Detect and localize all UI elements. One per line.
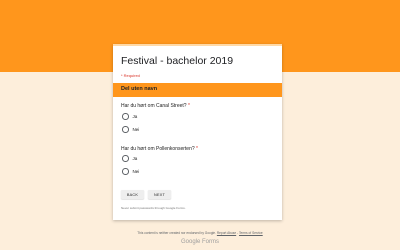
option-label: Ja — [132, 114, 138, 119]
radio-button[interactable] — [122, 155, 129, 162]
required-note: * Required — [121, 73, 140, 78]
radio-button[interactable] — [122, 113, 129, 120]
option-label: Nei — [132, 127, 140, 132]
section-header: Del uten navn — [113, 83, 282, 97]
question-label: Har du hørt om Canal Street? — [121, 103, 187, 109]
footer-disclaimer: This content is neither created nor endo… — [0, 231, 400, 235]
option-canal-street-nei[interactable]: Nei — [122, 126, 139, 133]
terms-of-service-link[interactable]: Terms of Service — [239, 231, 263, 235]
required-star: * — [196, 146, 198, 152]
radio-button[interactable] — [122, 168, 129, 175]
google-forms-logo[interactable]: Google Forms — [0, 239, 400, 245]
option-label: Ja — [132, 156, 138, 161]
option-pollenkonserten-nei[interactable]: Nei — [122, 168, 139, 175]
question-canal-street: Har du hørt om Canal Street? * — [121, 103, 190, 109]
section-title: Del uten navn — [121, 86, 158, 92]
form-title: Festival - bachelor 2019 — [121, 55, 234, 67]
question-pollenkonserten: Har du hørt om Pollenkonserten? * — [121, 146, 198, 152]
next-button[interactable]: NEXT — [148, 190, 171, 199]
option-label: Nei — [132, 169, 140, 174]
question-label: Har du hørt om Pollenkonserten? — [121, 146, 195, 152]
option-pollenkonserten-ja[interactable]: Ja — [122, 155, 137, 162]
footer-separator: - — [237, 231, 239, 235]
option-canal-street-ja[interactable]: Ja — [122, 113, 137, 120]
card-accent-bar — [113, 44, 282, 46]
report-abuse-link[interactable]: Report Abuse — [217, 231, 236, 235]
radio-button[interactable] — [122, 126, 129, 133]
disclaimer-text: This content is neither created nor endo… — [137, 231, 216, 235]
form-card: Festival - bachelor 2019 * Required Del … — [113, 44, 282, 220]
password-warning: Never submit passwords through Google Fo… — [121, 206, 186, 210]
back-button[interactable]: BACK — [121, 190, 144, 199]
required-star: * — [187, 103, 190, 109]
